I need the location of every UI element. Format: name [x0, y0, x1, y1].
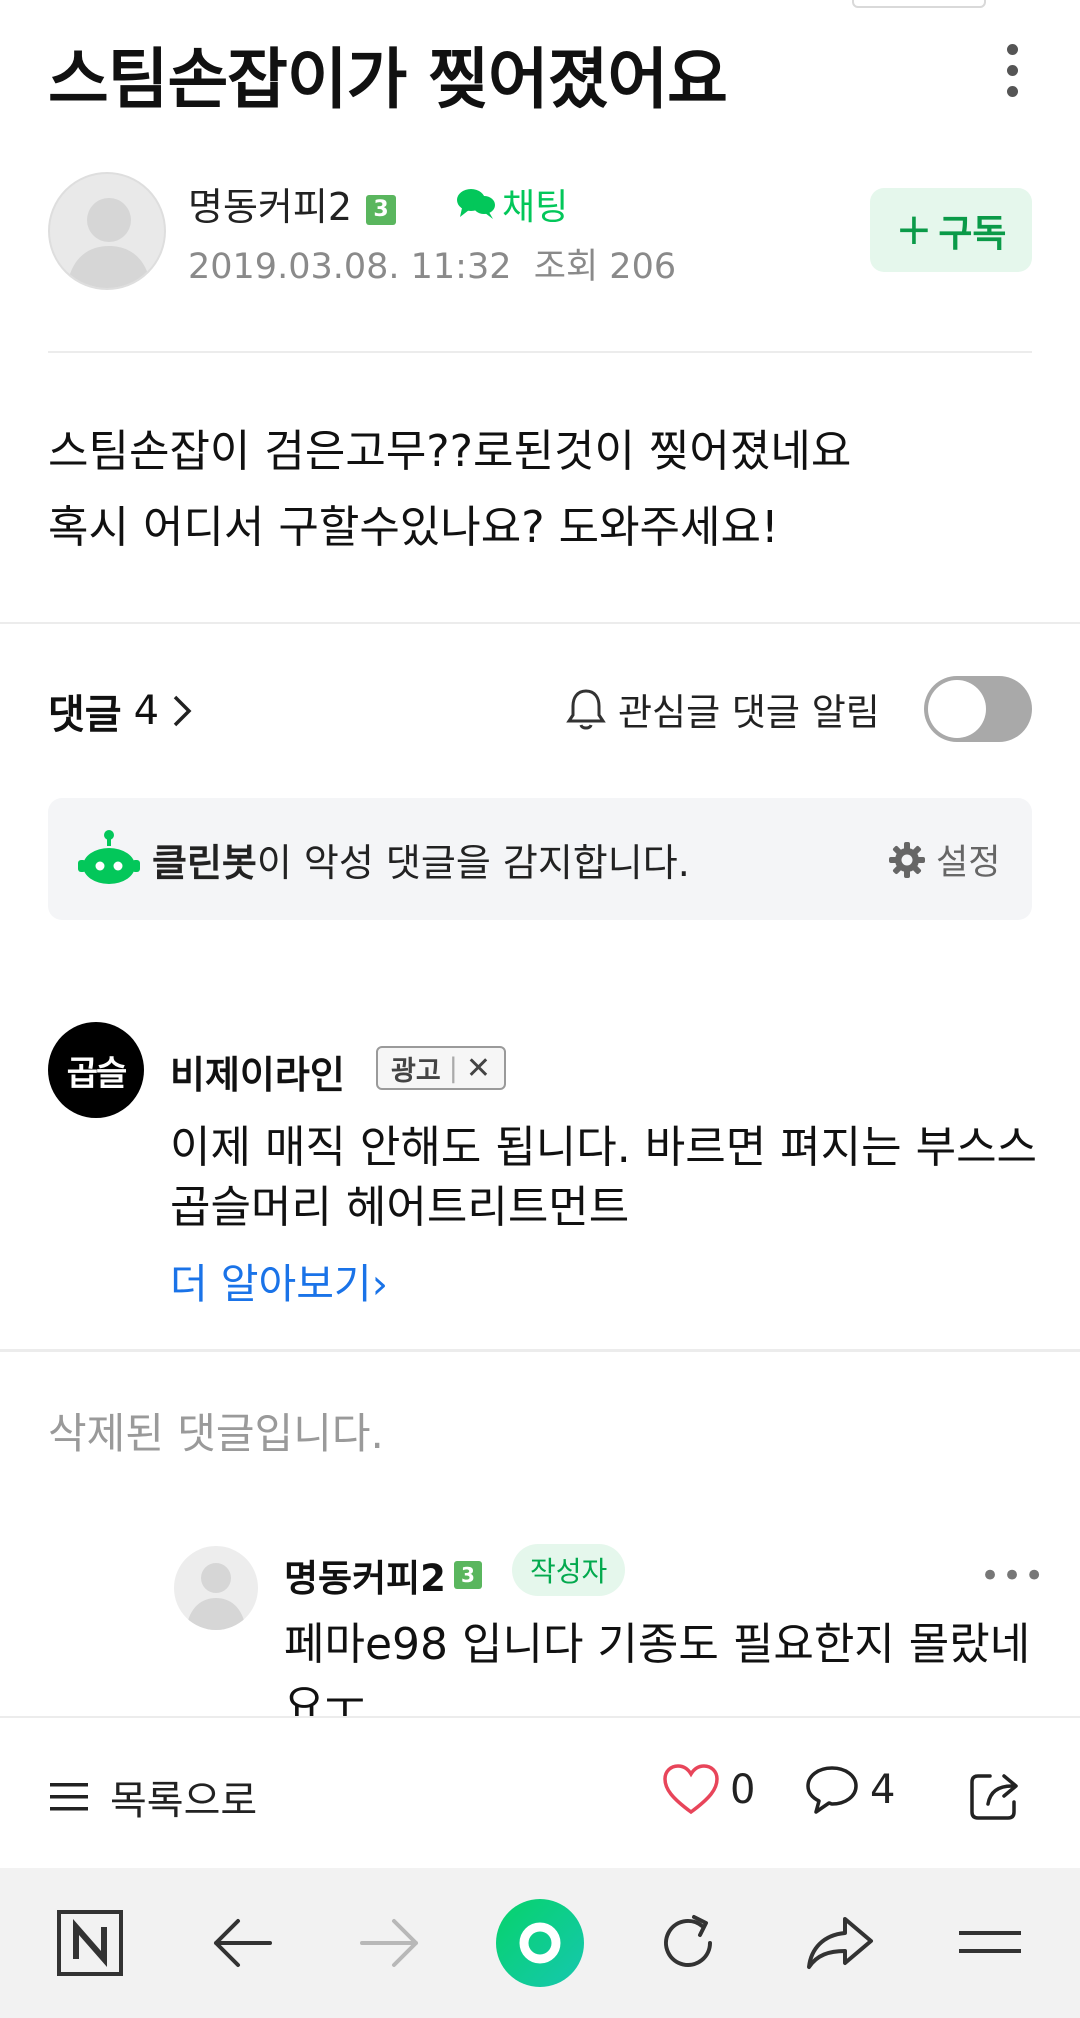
home-circle-icon — [496, 1899, 584, 1987]
comment-notify-label-row: 관심글 댓글 알림 — [564, 682, 880, 736]
browser-green-dot-button[interactable] — [490, 1898, 590, 1988]
gear-icon — [889, 841, 925, 878]
author-avatar[interactable] — [48, 172, 166, 290]
cleanbot-text: 클린봇이 악성 댓글을 감지합니다. — [152, 832, 690, 887]
divider — [0, 622, 1080, 624]
ad-badge[interactable]: 광고 | ✕ — [376, 1046, 506, 1090]
comments-header[interactable]: 댓글 4 — [48, 682, 193, 740]
toggle-knob — [928, 680, 986, 738]
deleted-comment: 삭제된 댓글입니다. — [48, 1409, 384, 1458]
post-body: 스팀손잡이 검은고무??로된것이 찢어졌네요 혹시 어디서 구할수있나요? 도와… — [48, 414, 1038, 566]
comment-count: 4 — [870, 1767, 896, 1813]
ad-learn-more-link[interactable]: 더 알아보기› — [170, 1250, 388, 1310]
cleanbot-settings-button[interactable]: 설정 — [888, 834, 1000, 885]
refresh-icon — [664, 1915, 712, 1967]
cleanbot-icon — [78, 830, 140, 884]
comments-count: 4 — [133, 688, 160, 734]
post-date: 2019.03.08. 11:32 — [188, 247, 512, 287]
post-meta: 2019.03.08. 11:32 조회 206 — [188, 238, 676, 289]
chevron-right-icon: › — [371, 1260, 389, 1308]
ad-badge-separator: | — [448, 1052, 458, 1084]
browser-forward-button[interactable] — [350, 1908, 430, 1978]
level-badge: 3 — [366, 195, 397, 225]
naver-n-icon — [57, 1910, 123, 1976]
default-avatar-icon — [66, 198, 152, 288]
divider — [48, 351, 1032, 353]
cleanbot-desc: 이 악성 댓글을 감지합니다. — [256, 841, 690, 885]
browser-share-button[interactable] — [800, 1908, 880, 1978]
back-to-list-button[interactable]: 목록으로 — [48, 1768, 257, 1826]
hamburger-icon — [959, 1931, 1021, 1953]
writer-badge: 작성자 — [512, 1544, 626, 1596]
reply-avatar[interactable] — [174, 1546, 258, 1630]
reply-author-row[interactable]: 명동커피2 3 — [284, 1548, 482, 1602]
settings-label: 설정 — [936, 843, 1001, 883]
browser-refresh-button[interactable] — [648, 1908, 728, 1978]
ad-link-label: 더 알아보기 — [170, 1260, 372, 1308]
forward-arrow-icon — [360, 1919, 418, 1967]
post-title: 스팀손잡이가 찢어졌어요 — [48, 41, 728, 118]
reply-author[interactable]: 명동커피2 — [284, 1548, 446, 1602]
advertiser-logo[interactable]: 곱슬 — [48, 1022, 144, 1118]
notify-label: 관심글 댓글 알림 — [618, 691, 880, 734]
author-name-row[interactable]: 명동커피2 3 — [188, 176, 397, 231]
chat-link[interactable]: 채팅 — [456, 178, 568, 230]
heart-icon — [663, 1764, 719, 1815]
share-arrow-icon — [807, 1917, 873, 1969]
post-views: 조회 206 — [533, 247, 677, 287]
cleanbot-name: 클린봇 — [152, 841, 257, 885]
like-button[interactable]: 0 — [662, 1764, 755, 1816]
top-drag-handle — [852, 0, 986, 8]
list-label: 목록으로 — [110, 1778, 258, 1824]
like-count: 0 — [730, 1767, 756, 1813]
level-badge: 3 — [453, 1561, 482, 1589]
comment-icon — [806, 1766, 858, 1814]
bell-icon — [566, 689, 606, 730]
kebab-icon[interactable] — [996, 44, 1028, 104]
plus-icon: + — [895, 204, 933, 255]
chat-bubbles-icon — [457, 189, 495, 219]
comments-label: 댓글 — [48, 692, 122, 738]
ad-label: 광고 — [391, 1055, 441, 1087]
subscribe-button[interactable]: + 구독 — [870, 188, 1032, 272]
post-body-line: 스팀손잡이 검은고무??로된것이 찢어졌네요 — [48, 426, 852, 477]
browser-back-button[interactable] — [202, 1908, 282, 1978]
menu-icon — [50, 1783, 88, 1811]
browser-menu-button[interactable] — [950, 1908, 1030, 1978]
more-icon[interactable]: ••• — [980, 1556, 1046, 1596]
default-avatar-icon — [186, 1563, 246, 1630]
share-icon[interactable] — [964, 1764, 1024, 1824]
close-icon[interactable]: ✕ — [466, 1051, 491, 1086]
naver-home-button[interactable] — [50, 1908, 130, 1978]
back-arrow-icon — [214, 1919, 272, 1967]
subscribe-label: 구독 — [938, 212, 1007, 255]
comment-notify-toggle[interactable] — [924, 676, 1032, 742]
chat-label: 채팅 — [502, 187, 569, 228]
advertiser-name[interactable]: 비제이라인 — [170, 1044, 345, 1099]
chevron-right-icon — [173, 695, 192, 727]
author-name[interactable]: 명동커피2 — [188, 185, 352, 229]
divider — [0, 1349, 1080, 1352]
comment-count-button[interactable]: 4 — [804, 1764, 895, 1816]
post-body-line: 혹시 어디서 구할수있나요? 도와주세요! — [48, 502, 779, 553]
ad-text[interactable]: 이제 매직 안해도 됩니다. 바르면 펴지는 부스스 곱슬머리 헤어트리트먼트 — [170, 1118, 1040, 1238]
